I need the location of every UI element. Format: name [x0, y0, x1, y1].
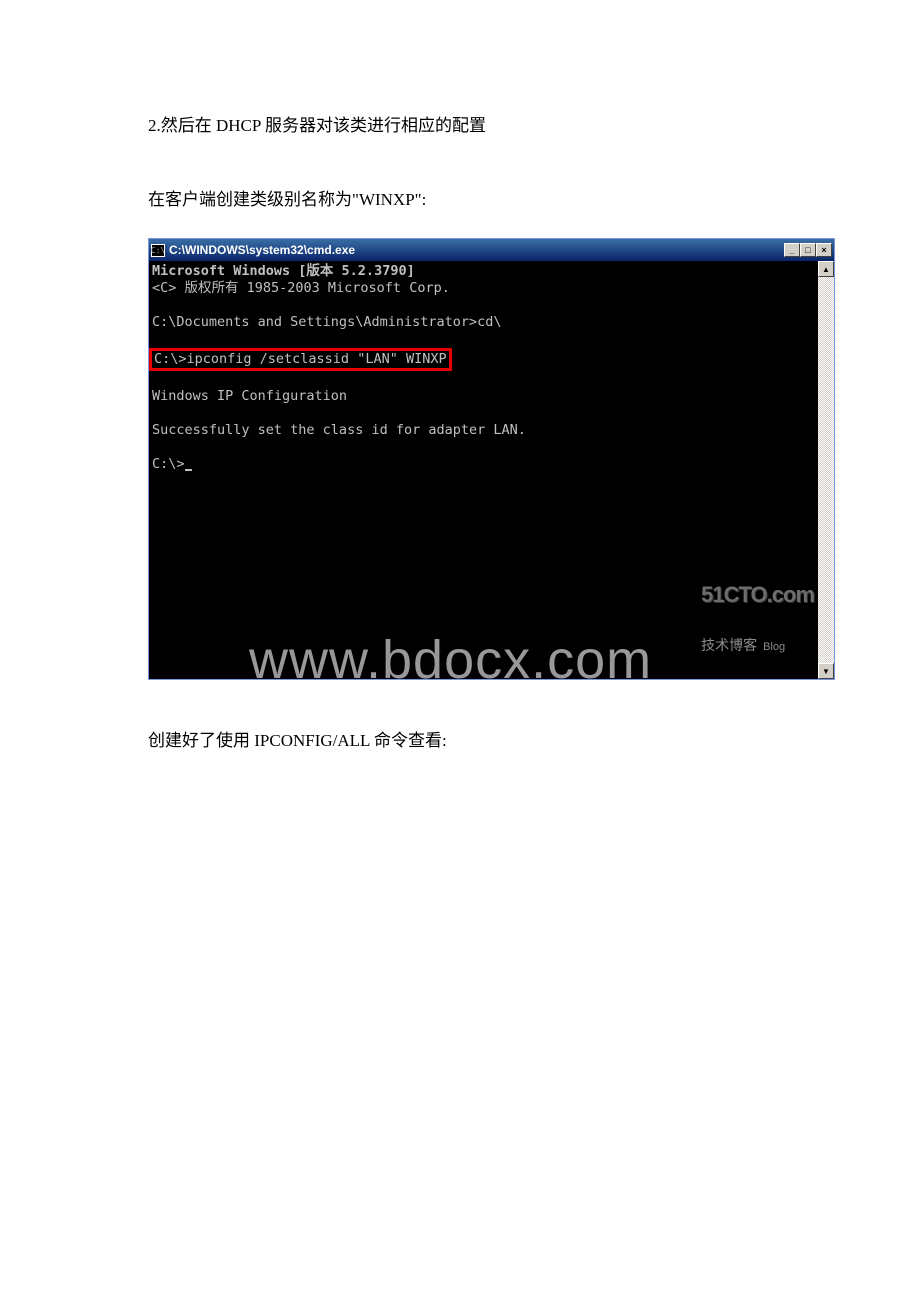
- watermark-51cto-sub: 技术博客: [701, 637, 757, 654]
- vertical-scrollbar[interactable]: ▲ ▼: [818, 261, 834, 679]
- watermark-51cto: 51CTO.com 技术博客 Blog: [701, 552, 814, 673]
- cmd-line: Successfully set the class id for adapte…: [152, 422, 526, 438]
- cmd-window: C:\ C:\WINDOWS\system32\cmd.exe _ □ × Mi…: [148, 238, 835, 680]
- cmd-window-title: C:\WINDOWS\system32\cmd.exe: [169, 243, 784, 257]
- watermark-51cto-blog: Blog: [763, 639, 785, 656]
- minimize-button[interactable]: _: [784, 243, 800, 257]
- cmd-line: <C> 版权所有 1985-2003 Microsoft Corp.: [152, 280, 450, 296]
- cmd-line: Windows IP Configuration: [152, 388, 347, 404]
- watermark-bdocx: www.bdocx.com: [249, 652, 652, 669]
- cmd-highlighted-command: C:\>ipconfig /setclassid "LAN" WINXP: [149, 348, 452, 371]
- cmd-line: C:\Documents and Settings\Administrator>…: [152, 314, 502, 330]
- scroll-track[interactable]: [818, 277, 834, 663]
- cursor-icon: [185, 469, 192, 471]
- cmd-prompt: C:\>: [152, 456, 185, 472]
- scroll-down-button[interactable]: ▼: [818, 663, 834, 679]
- cmd-line: Microsoft Windows [版本 5.2.3790]: [152, 263, 415, 279]
- doc-step-text: 2.然后在 DHCP 服务器对该类进行相应的配置: [148, 113, 772, 139]
- doc-instruction-text: 在客户端创建类级别名称为"WINXP":: [148, 187, 772, 213]
- close-button[interactable]: ×: [816, 243, 832, 257]
- cmd-output-area: Microsoft Windows [版本 5.2.3790] <C> 版权所有…: [149, 261, 818, 679]
- doc-followup-text: 创建好了使用 IPCONFIG/ALL 命令查看:: [148, 728, 772, 754]
- watermark-51cto-logo: 51CTO.com: [701, 586, 814, 603]
- scroll-up-button[interactable]: ▲: [818, 261, 834, 277]
- cmd-titlebar: C:\ C:\WINDOWS\system32\cmd.exe _ □ ×: [149, 239, 834, 261]
- cmd-prompt-icon: C:\: [151, 244, 165, 257]
- maximize-button[interactable]: □: [800, 243, 816, 257]
